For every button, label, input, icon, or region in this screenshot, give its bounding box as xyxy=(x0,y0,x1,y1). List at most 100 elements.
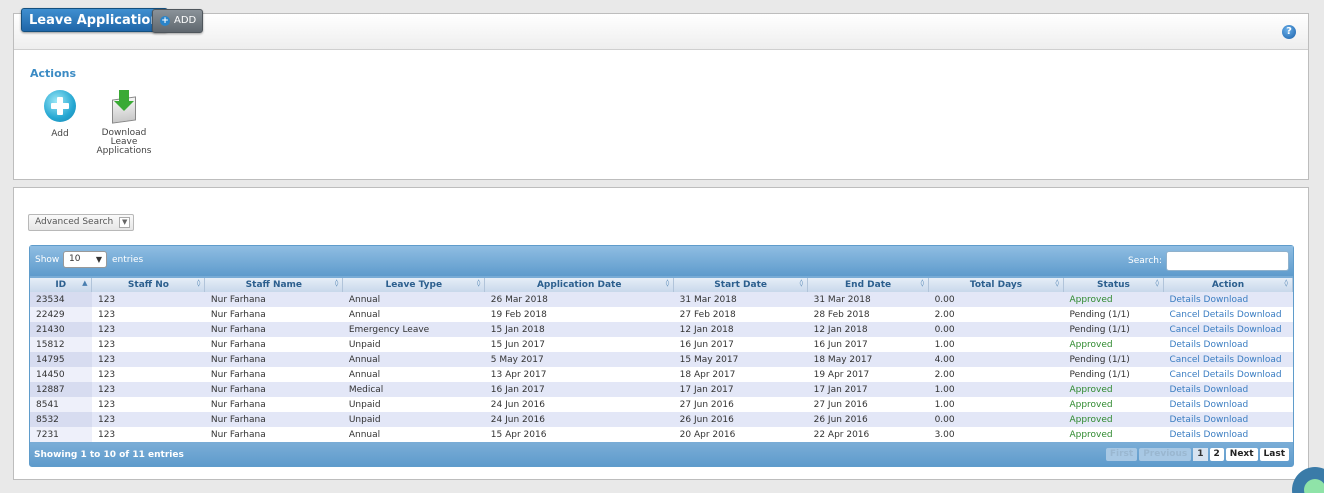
download-label-line3[interactable]: Applications xyxy=(96,147,152,156)
cell-staff-name: Nur Farhana xyxy=(204,292,343,307)
add-circle-icon[interactable] xyxy=(44,90,76,122)
cell-application-date: 15 Jan 2018 xyxy=(484,322,674,337)
col-header-end-date[interactable]: End Date ◊ xyxy=(807,278,930,292)
cell-staff-name: Nur Farhana xyxy=(204,412,343,427)
entries-select[interactable]: 10 ▼ xyxy=(63,251,107,268)
chat-icon xyxy=(1304,479,1324,493)
cell-status: Pending (1/1) xyxy=(1063,322,1164,337)
pager-first-button[interactable]: First xyxy=(1105,448,1138,461)
advanced-search-toggle[interactable]: Advanced Search ▼ xyxy=(28,214,135,231)
cell-application-date: 24 Jun 2016 xyxy=(484,397,674,412)
pager-next-button[interactable]: Next xyxy=(1225,448,1258,461)
cell-total-days: 4.00 xyxy=(928,352,1064,367)
details-link[interactable]: Details xyxy=(1169,340,1200,350)
download-link[interactable]: Download xyxy=(1237,370,1282,380)
cell-application-date: 15 Jun 2017 xyxy=(484,337,674,352)
cell-end-date: 17 Jan 2017 xyxy=(807,382,929,397)
details-link[interactable]: Details xyxy=(1169,385,1200,395)
pager-last-button[interactable]: Last xyxy=(1259,448,1289,461)
download-link[interactable]: Download xyxy=(1204,430,1249,440)
details-link[interactable]: Details xyxy=(1169,400,1200,410)
show-label: Show xyxy=(35,255,60,265)
cell-total-days: 3.00 xyxy=(928,427,1064,442)
cancel-link[interactable]: Cancel xyxy=(1169,370,1200,380)
col-header-status[interactable]: Status ◊ xyxy=(1063,278,1164,292)
sort-icon: ◊ xyxy=(1055,279,1059,287)
col-header-application-date[interactable]: Application Date ◊ xyxy=(484,278,675,292)
details-link[interactable]: Details xyxy=(1203,370,1234,380)
pager-previous-button[interactable]: Previous xyxy=(1139,448,1192,461)
sort-icon: ◊ xyxy=(1155,279,1159,287)
cell-staff-name: Nur Farhana xyxy=(204,337,343,352)
download-link[interactable]: Download xyxy=(1237,310,1282,320)
cell-application-date: 15 Apr 2016 xyxy=(484,427,674,442)
cell-action: Cancel Details Download xyxy=(1163,367,1293,382)
cell-staff-no: 123 xyxy=(91,427,205,442)
cell-action: Details Download xyxy=(1163,382,1293,397)
download-link[interactable]: Download xyxy=(1204,340,1249,350)
pager-page-1[interactable]: 1 xyxy=(1193,448,1208,461)
add-action[interactable]: Add xyxy=(42,90,78,139)
table-footer: Showing 1 to 10 of 11 entries First Prev… xyxy=(30,444,1293,466)
cancel-link[interactable]: Cancel xyxy=(1169,310,1200,320)
table-row: 23534 123 Nur Farhana Annual 26 Mar 2018 31 M… xyxy=(30,292,1293,307)
details-link[interactable]: Details xyxy=(1203,325,1234,335)
cell-end-date: 22 Apr 2016 xyxy=(807,427,929,442)
add-button[interactable]: + ADD xyxy=(152,9,204,33)
pagination: First Previous 1 2 Next Last xyxy=(1105,448,1289,461)
sort-icon: ◊ xyxy=(665,279,670,287)
cancel-link[interactable]: Cancel xyxy=(1169,355,1200,365)
download-link[interactable]: Download xyxy=(1237,325,1282,335)
cell-status: Approved xyxy=(1063,427,1164,442)
details-link[interactable]: Details xyxy=(1203,355,1234,365)
table-row: 7231 123 Nur Farhana Annual 15 Apr 2016 20 Ap… xyxy=(30,427,1293,442)
col-header-staff-name[interactable]: Staff Name ◊ xyxy=(204,278,344,292)
cell-staff-name: Nur Farhana xyxy=(204,382,343,397)
cell-action: Details Download xyxy=(1163,397,1293,412)
col-header-start-date[interactable]: Start Date ◊ xyxy=(673,278,809,292)
download-link[interactable]: Download xyxy=(1237,355,1282,365)
cell-staff-name: Nur Farhana xyxy=(204,367,343,382)
cell-staff-name: Nur Farhana xyxy=(204,352,343,367)
details-link[interactable]: Details xyxy=(1169,295,1200,305)
add-action-label[interactable]: Add xyxy=(42,130,78,139)
cell-leave-type: Annual xyxy=(342,427,485,442)
col-header-leave-type[interactable]: Leave Type ◊ xyxy=(342,278,486,292)
details-link[interactable]: Details xyxy=(1203,310,1234,320)
cell-id: 8532 xyxy=(30,412,92,427)
cell-leave-type: Annual xyxy=(342,367,485,382)
col-header-total-days[interactable]: Total Days ◊ xyxy=(928,278,1064,292)
page-title: Leave Application xyxy=(21,8,168,32)
table-row: 8532 123 Nur Farhana Unpaid 24 Jun 2016 26 Ju… xyxy=(30,412,1293,427)
cell-leave-type: Unpaid xyxy=(342,337,485,352)
col-header-action[interactable]: Action ◊ xyxy=(1163,278,1294,292)
select-caret-icon: ▼ xyxy=(95,255,102,264)
sort-asc-icon: ▲ xyxy=(82,279,88,287)
download-link[interactable]: Download xyxy=(1204,385,1249,395)
cell-end-date: 12 Jan 2018 xyxy=(807,322,929,337)
sort-icon: ◊ xyxy=(799,279,804,287)
cell-start-date: 27 Jun 2016 xyxy=(673,397,808,412)
download-document-icon[interactable] xyxy=(110,90,138,124)
download-leave-applications-action[interactable]: Download Leave Applications xyxy=(96,90,152,156)
download-link[interactable]: Download xyxy=(1204,400,1249,410)
cell-action: Details Download xyxy=(1163,292,1293,307)
cell-staff-no: 123 xyxy=(91,382,205,397)
details-link[interactable]: Details xyxy=(1169,430,1200,440)
cell-end-date: 19 Apr 2017 xyxy=(807,367,929,382)
pager-page-2[interactable]: 2 xyxy=(1209,448,1224,461)
download-link[interactable]: Download xyxy=(1204,295,1249,305)
table-row: 14450 123 Nur Farhana Annual 13 Apr 2017 18 A… xyxy=(30,367,1293,382)
details-link[interactable]: Details xyxy=(1169,415,1200,425)
sort-icon: ◊ xyxy=(920,279,925,287)
help-icon[interactable]: ? xyxy=(1282,25,1296,39)
search-input[interactable] xyxy=(1166,251,1289,271)
header-bar: Leave Application + ADD ? xyxy=(14,8,1308,50)
cancel-link[interactable]: Cancel xyxy=(1169,325,1200,335)
cell-leave-type: Annual xyxy=(342,307,485,322)
col-header-staff-no[interactable]: Staff No ◊ xyxy=(91,278,206,292)
table-row: 12887 123 Nur Farhana Medical 16 Jan 2017 17 … xyxy=(30,382,1293,397)
download-link[interactable]: Download xyxy=(1204,415,1249,425)
leave-application-panel: Leave Application + ADD ? Actions Add Do… xyxy=(13,8,1309,180)
col-header-id[interactable]: ID ▲ xyxy=(30,278,93,292)
